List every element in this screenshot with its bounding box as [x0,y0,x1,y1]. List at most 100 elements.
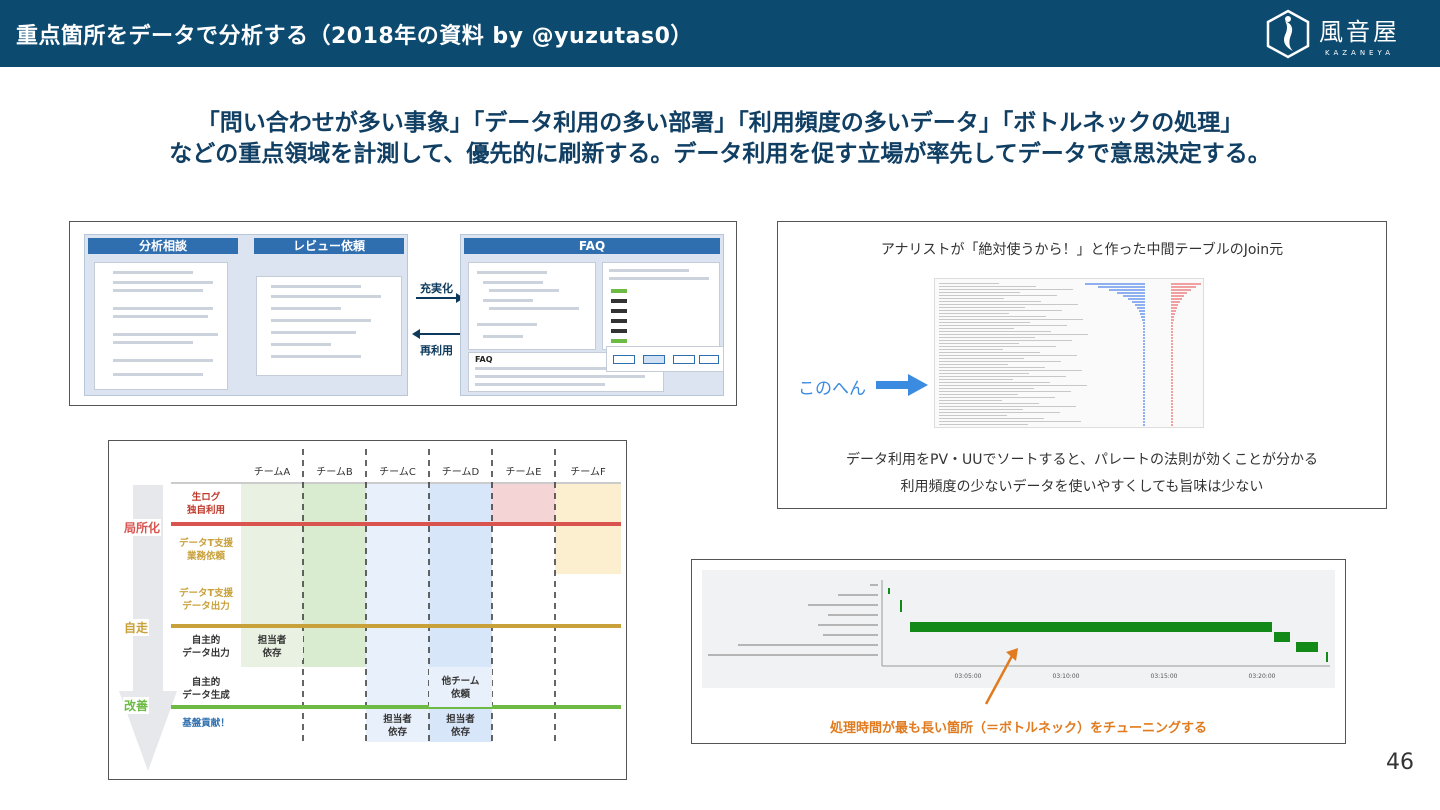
faq-flow-diagram [606,346,724,372]
gantt-row-label [823,634,878,636]
pareto-bar-blue [1143,328,1145,330]
pareto-bar-blue [1143,397,1145,399]
pareto-bar-blue [1138,310,1145,312]
pareto-bar-blue [1143,340,1145,342]
level-label: 改善 [123,697,150,714]
gantt-bar [1274,632,1290,642]
pareto-bar-blue [1143,334,1145,336]
pareto-bar-blue [1131,301,1145,303]
pareto-bar-red [1171,298,1183,300]
pareto-row-label [939,415,1007,416]
logo: 風音屋 KAZANEYA [1265,6,1400,62]
pareto-bar-red [1171,322,1174,324]
pareto-bar-red [1171,328,1173,330]
logo-subtext: KAZANEYA [1324,48,1395,57]
pareto-bar-red [1171,385,1173,387]
gantt-tick-label: 03:05:00 [955,673,982,680]
pareto-bar-red [1171,325,1173,327]
pareto-bar-blue [1143,325,1145,327]
pareto-row-label [939,409,1023,410]
pareto-row-label [939,364,1008,365]
pareto-bar-blue [1136,307,1145,309]
pareto-bar-blue [1143,346,1145,348]
row-header: 生ログ 独自利用 [186,492,225,516]
pareto-row-label [939,337,1035,338]
pareto-row-label [939,295,1057,296]
pareto-row-label [939,400,1002,401]
pareto-row-label [939,316,1046,317]
timeline-panel: 03:05:00 03:10:00 03:15:00 03:20:00 処理時間が最も… [691,559,1346,744]
pareto-row-label [939,310,1062,311]
pareto-row-label [939,376,1066,377]
pareto-bar-red [1171,301,1181,303]
pareto-bar-blue [1143,385,1145,387]
pareto-chart-image [934,278,1204,428]
pareto-bar-red [1171,382,1173,384]
pareto-row-label [939,391,1071,392]
pareto-row-label [939,313,1009,314]
pareto-bar-red [1171,421,1173,423]
pareto-row-label [939,325,1067,326]
review-thread [256,276,402,376]
pareto-bar-blue [1143,421,1145,423]
gantt-tick-label: 03:10:00 [1053,673,1080,680]
pareto-bar-blue [1143,349,1145,351]
gantt-row-label [708,654,878,656]
pareto-bar-red [1171,403,1173,405]
level-label: 局所化 [123,519,162,536]
pareto-bar-red [1171,319,1174,321]
pareto-bar-red [1171,388,1173,390]
pareto-row-label [939,382,1050,383]
pareto-row-label [939,352,1040,353]
pareto-bar-blue [1143,424,1145,426]
row-header: 自主的 データ出力 [182,635,230,659]
pareto-bar-blue [1143,412,1145,414]
pareto-bar-red [1171,406,1173,408]
cell-team-c-dependency: 担当者 依存 [383,714,412,738]
pareto-bar-blue [1143,406,1145,408]
pareto-panel: アナリストが「絶対使うから！」と作った中間テーブルのJoin元 このへん データ… [777,221,1387,509]
pareto-row-label [939,322,1030,323]
gantt-bar [1296,642,1318,652]
pareto-bar-blue [1143,394,1145,396]
pareto-bar-red [1171,352,1173,354]
pareto-bar-blue [1143,331,1145,333]
row-header: データT支援 業務依頼 [179,538,233,562]
pareto-row-label [939,424,1028,425]
pareto-caption-2: 利用頻度の少ないデータを使いやすくしても旨味は少ない [900,479,1264,495]
pareto-bar-blue [1142,319,1145,321]
gantt-tick-label: 03:15:00 [1151,673,1178,680]
pareto-bar-red [1171,331,1173,333]
pareto-bar-blue [1143,391,1145,393]
pareto-row-label [939,370,1082,371]
pareto-bar-blue [1085,283,1145,285]
cell-team-d-dependency: 担当者 依存 [446,714,475,738]
pareto-row-label [939,289,1073,290]
pareto-bar-red [1171,373,1173,375]
pareto-bar-blue [1143,355,1145,357]
headline: 「問い合わせが多い事象」「データ利用の多い部署」「利用頻度の多いデータ」「ボトル… [0,108,1440,170]
pointer-label: このへん [798,379,866,399]
pareto-row-label [939,328,1014,329]
logo-mark-icon [1266,9,1310,59]
row-header: データT支援 データ出力 [179,588,233,612]
pareto-bar-blue [1142,322,1145,324]
pareto-bar-blue [1143,376,1145,378]
pareto-bar-red [1171,391,1173,393]
pareto-bar-red [1171,364,1173,366]
pareto-row-label [939,334,1088,335]
pareto-row-label [939,406,1076,407]
pareto-bar-red [1171,367,1173,369]
faq-flow-panel: 分析相談 レビュー依頼 充実化 再利用 FAQ FAQ [69,221,737,406]
pareto-row-label [939,361,1061,362]
pareto-row-label [939,412,1060,413]
pareto-row-label [939,403,1039,404]
pareto-caption-1: データ利用をPV・UUでソートすると、パレートの法則が効くことが分かる [846,452,1318,468]
col-faq-header: FAQ [464,238,720,254]
gantt-tick-label: 03:20:00 [1249,673,1276,680]
pareto-row-label [939,373,1029,374]
gantt-row-label [870,584,878,586]
pareto-caption-top: アナリストが「絶対使うから！」と作った中間テーブルのJoin元 [880,242,1284,258]
pareto-row-label [939,319,1083,320]
pointer-arrow-icon [876,374,928,396]
